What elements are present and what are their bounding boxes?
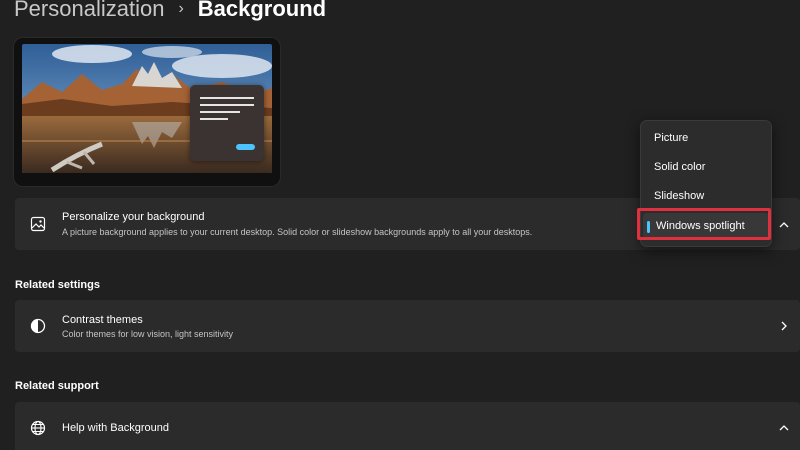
picture-icon (29, 215, 47, 233)
personalize-background-subtitle: A picture background applies to your cur… (62, 227, 533, 237)
breadcrumb-separator: › (178, 0, 184, 17)
preview-window-line (200, 97, 254, 99)
contrast-themes-title: Contrast themes (62, 314, 143, 326)
chevron-up-icon[interactable] (778, 422, 790, 434)
related-settings-heading: Related settings (15, 279, 100, 291)
contrast-icon (29, 317, 47, 335)
preview-window-line (200, 118, 228, 120)
contrast-themes-subtitle: Color themes for low vision, light sensi… (62, 329, 234, 339)
dropdown-option-picture[interactable]: Picture (641, 125, 771, 151)
dropdown-option-slideshow[interactable]: Slideshow (641, 183, 771, 209)
globe-icon (29, 419, 47, 437)
contrast-themes-card[interactable]: Contrast themes Color themes for low vis… (15, 300, 800, 352)
preview-window-line (200, 111, 240, 113)
breadcrumb-parent-personalization[interactable]: Personalization (14, 0, 164, 26)
breadcrumb: Personalization › Background (14, 0, 326, 26)
chevron-up-icon[interactable] (778, 219, 790, 231)
related-support-heading: Related support (15, 380, 99, 392)
help-with-background-card[interactable]: Help with Background (15, 402, 800, 450)
page-title: Background (197, 0, 327, 21)
preview-window-mockup (190, 85, 264, 161)
settings-page: Personalization › Background Personalize… (0, 0, 800, 450)
help-with-background-title: Help with Background (62, 422, 170, 434)
selection-highlight-box (637, 208, 771, 240)
preview-window-button (236, 144, 255, 150)
chevron-right-icon[interactable] (778, 320, 790, 332)
background-preview (14, 38, 280, 186)
preview-window-line (200, 104, 254, 106)
dropdown-option-solid-color[interactable]: Solid color (641, 154, 771, 180)
personalize-background-title: Personalize your background (62, 211, 205, 223)
